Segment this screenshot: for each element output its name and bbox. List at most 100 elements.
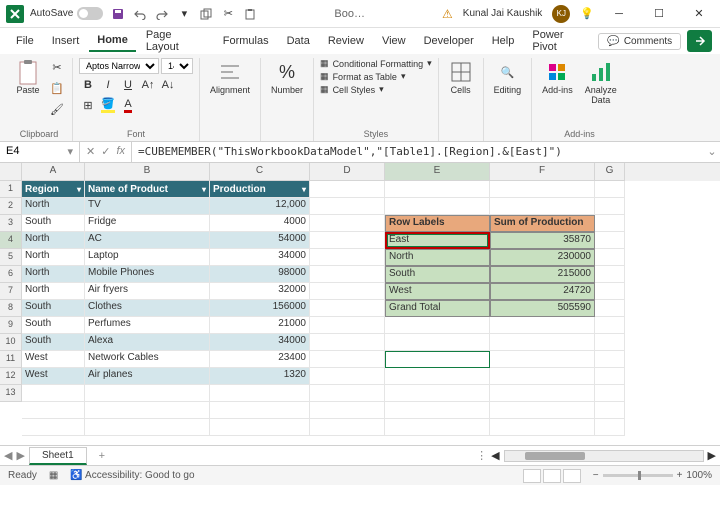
conditional-formatting-button[interactable]: ▦Conditional Formatting ▾ (320, 58, 432, 69)
save-icon[interactable] (111, 7, 125, 21)
tab-file[interactable]: File (8, 31, 42, 51)
cell[interactable]: Region▾ (22, 181, 85, 198)
cell[interactable]: Air planes (85, 368, 210, 385)
tab-power-pivot[interactable]: Power Pivot (524, 25, 596, 57)
add-sheet-button[interactable]: + (91, 448, 113, 464)
cell[interactable]: 34000 (210, 249, 310, 266)
cell[interactable] (490, 198, 595, 215)
border-button[interactable]: ⊞ (79, 96, 97, 114)
row-header-5[interactable]: 5 (0, 249, 22, 266)
cell[interactable]: 215000 (490, 266, 595, 283)
cut-button[interactable]: ✂ (48, 58, 66, 76)
cell[interactable]: 230000 (490, 249, 595, 266)
format-as-table-button[interactable]: ▦Format as Table ▾ (320, 71, 432, 82)
cell[interactable]: 4000 (210, 215, 310, 232)
analyze-data-button[interactable]: Analyze Data (581, 58, 621, 108)
qat-dropdown-icon[interactable]: ▾ (177, 7, 191, 21)
macro-icon[interactable]: ▦ (49, 470, 58, 481)
cell[interactable] (490, 181, 595, 198)
cell[interactable]: 23400 (210, 351, 310, 368)
cell[interactable]: South (22, 300, 85, 317)
cell[interactable] (385, 385, 490, 402)
cut-icon[interactable]: ✂ (221, 7, 235, 21)
cell[interactable]: AC (85, 232, 210, 249)
format-painter-button[interactable]: 🖌 (48, 100, 66, 118)
cell[interactable] (490, 402, 595, 419)
cell[interactable] (595, 402, 625, 419)
cell[interactable] (385, 351, 490, 368)
cell[interactable] (490, 334, 595, 351)
cell[interactable]: Clothes (85, 300, 210, 317)
cell[interactable]: 35870 (490, 232, 595, 249)
cell[interactable] (595, 351, 625, 368)
cell[interactable] (385, 198, 490, 215)
user-avatar[interactable]: KJ (552, 5, 570, 23)
formula-text[interactable]: =CUBEMEMBER("ThisWorkbookDataModel","[Ta… (132, 142, 704, 162)
select-all-corner[interactable] (0, 163, 22, 181)
cell[interactable] (310, 385, 385, 402)
cell[interactable]: South (22, 334, 85, 351)
cell[interactable] (595, 385, 625, 402)
cell[interactable]: East (385, 232, 490, 249)
cell[interactable] (490, 419, 595, 436)
cell[interactable] (595, 181, 625, 198)
cell[interactable] (310, 317, 385, 334)
cell[interactable] (595, 198, 625, 215)
cell[interactable]: West (385, 283, 490, 300)
zoom-in-button[interactable]: + (677, 470, 683, 481)
minimize-button[interactable]: ─ (604, 4, 634, 24)
copy-button[interactable]: 📋 (48, 79, 66, 97)
cell[interactable] (385, 317, 490, 334)
cell[interactable]: TV (85, 198, 210, 215)
cell[interactable] (310, 402, 385, 419)
name-box-input[interactable] (6, 145, 56, 157)
row-header-12[interactable]: 12 (0, 368, 22, 385)
cell[interactable]: 1320 (210, 368, 310, 385)
scroll-right-icon[interactable]: ▶ (708, 449, 716, 462)
cell[interactable] (595, 215, 625, 232)
col-header-F[interactable]: F (490, 163, 595, 181)
font-name-select[interactable]: Aptos Narrow (79, 58, 159, 74)
cell[interactable] (210, 419, 310, 436)
cell[interactable] (85, 385, 210, 402)
cell[interactable]: Sum of Production (490, 215, 595, 232)
copy-icon[interactable] (199, 7, 213, 21)
cell[interactable] (310, 300, 385, 317)
cell[interactable]: Mobile Phones (85, 266, 210, 283)
row-header-2[interactable]: 2 (0, 198, 22, 215)
bold-button[interactable]: B (79, 76, 97, 94)
accessibility-status[interactable]: ♿ Accessibility: Good to go (70, 470, 194, 481)
row-header-11[interactable]: 11 (0, 351, 22, 368)
cell[interactable] (385, 334, 490, 351)
cell[interactable]: South (22, 215, 85, 232)
col-header-D[interactable]: D (310, 163, 385, 181)
paste-button[interactable]: Paste (12, 58, 44, 98)
tab-data[interactable]: Data (279, 31, 318, 51)
cell[interactable]: 54000 (210, 232, 310, 249)
row-header-8[interactable]: 8 (0, 300, 22, 317)
cell[interactable] (310, 283, 385, 300)
cell[interactable]: North (385, 249, 490, 266)
close-button[interactable]: ✕ (684, 4, 714, 24)
cell[interactable]: North (22, 266, 85, 283)
page-layout-view-button[interactable] (543, 469, 561, 483)
sheet-next-icon[interactable]: ▶ (16, 449, 24, 462)
expand-formula-icon[interactable]: ⌄ (704, 142, 720, 162)
cell[interactable]: Grand Total (385, 300, 490, 317)
cell[interactable]: South (22, 317, 85, 334)
lightbulb-icon[interactable]: 💡 (580, 7, 594, 20)
cell[interactable]: Name of Product▾ (85, 181, 210, 198)
cells-button[interactable]: Cells (445, 58, 477, 98)
cell[interactable]: 32000 (210, 283, 310, 300)
row-header-7[interactable]: 7 (0, 283, 22, 300)
cell[interactable] (310, 249, 385, 266)
fx-icon[interactable]: fx (116, 145, 125, 157)
name-box[interactable]: ▾ (0, 142, 80, 162)
cell[interactable] (490, 317, 595, 334)
page-break-view-button[interactable] (563, 469, 581, 483)
row-header-10[interactable]: 10 (0, 334, 22, 351)
cancel-formula-icon[interactable]: ✕ (86, 145, 95, 158)
zoom-out-button[interactable]: − (593, 470, 599, 481)
cell[interactable] (595, 249, 625, 266)
cell[interactable]: 24720 (490, 283, 595, 300)
